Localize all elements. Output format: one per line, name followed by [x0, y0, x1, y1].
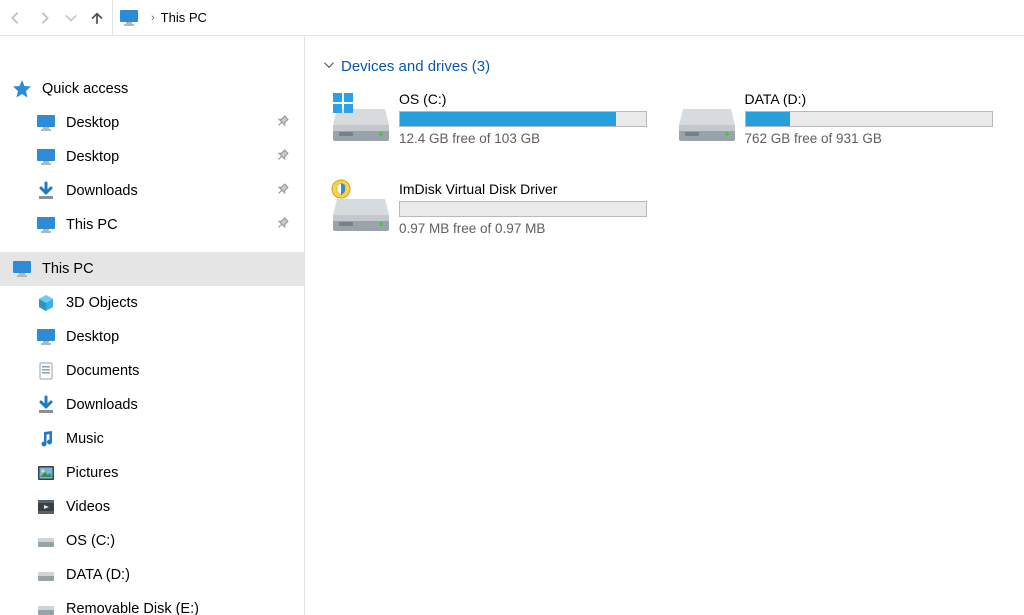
drive-free-text: 0.97 MB free of 0.97 MB — [399, 221, 655, 236]
windows-icon — [333, 93, 353, 118]
drive-os-c-[interactable]: OS (C:) 12.4 GB free of 103 GB — [323, 85, 669, 175]
sidebar-item-label: This PC — [42, 261, 94, 277]
drive-title: DATA (D:) — [745, 91, 1001, 107]
drive-title: ImDisk Virtual Disk Driver — [399, 181, 655, 197]
sidebar-item-label: Desktop — [66, 329, 119, 345]
drive-imdisk-virtual-disk-driver[interactable]: ImDisk Virtual Disk Driver 0.97 MB free … — [323, 175, 669, 265]
drive-usage-bar — [399, 111, 647, 127]
sidebar-item-downloads[interactable]: Downloads — [0, 174, 304, 208]
sidebar-item-label: Videos — [66, 499, 110, 515]
sidebar-item-desktop[interactable]: Desktop — [0, 140, 304, 174]
sidebar-item-label: Desktop — [66, 149, 119, 165]
group-title: Devices and drives — [341, 58, 468, 75]
drive-usage-bar — [745, 111, 993, 127]
download-icon — [36, 395, 56, 415]
monitor-icon — [12, 259, 32, 279]
sidebar-item-os-c-[interactable]: OS (C:) — [0, 524, 304, 558]
pin-icon — [270, 214, 293, 237]
sidebar-item-label: This PC — [66, 217, 118, 233]
sidebar-item-label: Downloads — [66, 397, 138, 413]
sidebar-item-label: Quick access — [42, 81, 128, 97]
breadcrumb[interactable]: › This PC — [112, 0, 1018, 35]
up-button[interactable] — [86, 7, 108, 29]
drive-icon — [675, 95, 739, 147]
monitor-icon — [36, 113, 56, 133]
download-icon — [36, 181, 56, 201]
sidebar-item-quick-access[interactable]: Quick access — [0, 72, 304, 106]
drive-free-text: 12.4 GB free of 103 GB — [399, 131, 655, 146]
sidebar-item-documents[interactable]: Documents — [0, 354, 304, 388]
sidebar-item-data-d-[interactable]: DATA (D:) — [0, 558, 304, 592]
drive-icon — [36, 565, 56, 585]
drive-title: OS (C:) — [399, 91, 655, 107]
pictures-icon — [36, 463, 56, 483]
sidebar-item-removable-disk-e-[interactable]: Removable Disk (E:) — [0, 592, 304, 615]
sidebar-item-label: Removable Disk (E:) — [66, 601, 199, 615]
sidebar-item-label: 3D Objects — [66, 295, 138, 311]
recent-locations-button[interactable] — [64, 7, 78, 29]
group-header-devices[interactable]: Devices and drives (3) — [323, 58, 1014, 75]
drives-list: OS (C:) 12.4 GB free of 103 GB DATA (D:)… — [323, 85, 1014, 265]
navigation-pane: Quick access Desktop Desktop Downloads T… — [0, 36, 305, 615]
pin-icon — [270, 112, 293, 135]
sidebar-item-downloads[interactable]: Downloads — [0, 388, 304, 422]
star-icon — [12, 79, 32, 99]
breadcrumb-label: This PC — [161, 10, 207, 25]
drive-icon — [36, 531, 56, 551]
sidebar-item-this-pc[interactable]: This PC — [0, 252, 304, 286]
drive-free-text: 762 GB free of 931 GB — [745, 131, 1001, 146]
drive-data-d-[interactable]: DATA (D:) 762 GB free of 931 GB — [669, 85, 1015, 175]
monitor-icon — [36, 327, 56, 347]
sidebar-item-label: OS (C:) — [66, 533, 115, 549]
sidebar-item-label: Downloads — [66, 183, 138, 199]
sidebar-item-desktop[interactable]: Desktop — [0, 320, 304, 354]
sidebar-item-music[interactable]: Music — [0, 422, 304, 456]
sidebar-item-desktop[interactable]: Desktop — [0, 106, 304, 140]
drive-icon — [329, 185, 393, 237]
drive-icon — [329, 95, 393, 147]
monitor-icon — [36, 215, 56, 235]
address-bar: › This PC — [0, 0, 1024, 36]
forward-button[interactable] — [34, 7, 56, 29]
sidebar-item-label: Desktop — [66, 115, 119, 131]
pin-icon — [270, 146, 293, 169]
group-count: (3) — [472, 58, 490, 75]
drive-usage-bar — [399, 201, 647, 217]
sidebar-item-label: Pictures — [66, 465, 118, 481]
monitor-icon — [36, 147, 56, 167]
back-button[interactable] — [4, 7, 26, 29]
three-d-icon — [36, 293, 56, 313]
this-pc-icon — [119, 8, 139, 28]
sidebar-item-videos[interactable]: Videos — [0, 490, 304, 524]
music-icon — [36, 429, 56, 449]
videos-icon — [36, 497, 56, 517]
chevron-down-icon — [323, 59, 335, 74]
pin-icon — [270, 180, 293, 203]
shield-icon — [331, 179, 351, 204]
sidebar-item-3d-objects[interactable]: 3D Objects — [0, 286, 304, 320]
sidebar-item-this-pc[interactable]: This PC — [0, 208, 304, 242]
chevron-right-icon: › — [151, 12, 155, 24]
sidebar-item-label: Documents — [66, 363, 139, 379]
drive-icon — [36, 599, 56, 615]
content-pane: Devices and drives (3) OS (C:) 12.4 GB f… — [305, 36, 1024, 615]
sidebar-item-pictures[interactable]: Pictures — [0, 456, 304, 490]
document-icon — [36, 361, 56, 381]
sidebar-item-label: DATA (D:) — [66, 567, 130, 583]
sidebar-item-label: Music — [66, 431, 104, 447]
